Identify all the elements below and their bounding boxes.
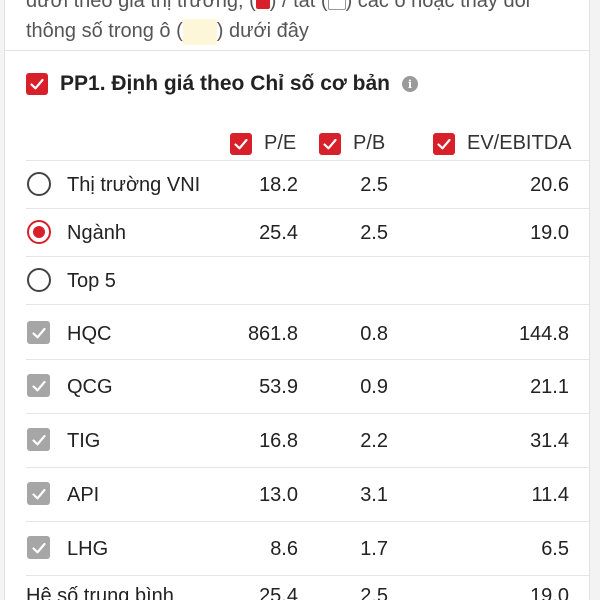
option-row-industry[interactable]: Ngành 25.4 2.5 19.0 bbox=[5, 209, 589, 257]
pe-value: 25.4 bbox=[259, 585, 298, 600]
ev-value: 19.0 bbox=[530, 222, 569, 244]
stock-ticker: LHG bbox=[67, 538, 109, 560]
market-radio[interactable] bbox=[27, 172, 51, 196]
stock-ticker: TIG bbox=[67, 430, 101, 452]
check-icon bbox=[30, 78, 44, 90]
stock-row[interactable]: TIG 16.8 2.2 31.4 bbox=[5, 414, 589, 468]
instruction-part-5: ) dưới đây bbox=[216, 20, 309, 42]
header-row-separator bbox=[5, 113, 589, 161]
check-icon bbox=[31, 542, 46, 553]
check-icon bbox=[31, 327, 46, 338]
option-row-top5[interactable]: Top 5 bbox=[5, 257, 589, 305]
stock-row[interactable]: LHG 8.6 1.7 6.5 bbox=[5, 522, 589, 576]
instruction-part-3: ) các ô hoặc thay đổi bbox=[345, 0, 531, 12]
ev-value: 21.1 bbox=[530, 376, 569, 398]
editable-cell-hint-icon bbox=[182, 18, 217, 45]
stock-ticker: API bbox=[67, 484, 100, 506]
ev-value: 11.4 bbox=[531, 484, 569, 506]
ev-value: 144.8 bbox=[518, 323, 569, 345]
stock-row[interactable]: QCG 53.9 0.9 21.1 bbox=[5, 360, 589, 414]
pb-value: 2.5 bbox=[360, 222, 388, 244]
section-header: PP1. Định giá theo Chỉ số cơ bản i bbox=[26, 72, 418, 96]
instruction-part-4: thông số trong ô ( bbox=[26, 20, 183, 42]
stock-checkbox[interactable] bbox=[27, 482, 50, 505]
stock-ticker: QCG bbox=[67, 376, 113, 398]
pb-value: 2.2 bbox=[360, 430, 388, 452]
pe-value: 861.8 bbox=[247, 323, 298, 345]
info-icon[interactable]: i bbox=[401, 76, 418, 92]
check-icon bbox=[31, 488, 46, 499]
instruction-part-2: ) / tắt ( bbox=[269, 0, 328, 12]
instruction-text: dưới theo giá thị trường, ( ) / tắt ( ) cá… bbox=[26, 0, 586, 46]
pe-value: 53.9 bbox=[259, 376, 298, 398]
stock-row[interactable]: API 13.0 3.1 11.4 bbox=[5, 468, 589, 522]
divider bbox=[5, 50, 589, 51]
stock-checkbox[interactable] bbox=[27, 428, 50, 451]
ev-value: 6.5 bbox=[541, 538, 569, 560]
stock-ticker: HQC bbox=[67, 323, 112, 345]
ev-value: 19.0 bbox=[530, 585, 569, 600]
option-row-market[interactable]: Thị trường VNI 18.2 2.5 20.6 bbox=[5, 161, 589, 209]
pe-value: 16.8 bbox=[259, 430, 298, 452]
section-checkbox[interactable] bbox=[26, 73, 48, 95]
ev-value: 31.4 bbox=[530, 430, 569, 452]
instruction-part-1: dưới theo giá thị trường, ( bbox=[26, 0, 256, 12]
pb-value: 0.9 bbox=[360, 376, 388, 398]
average-row: Hệ số trung bình 25.4 2.5 19.0 bbox=[5, 576, 589, 600]
pb-value: 2.5 bbox=[360, 585, 388, 600]
average-label: Hệ số trung bình bbox=[26, 585, 174, 600]
top5-radio[interactable] bbox=[27, 268, 51, 292]
stock-checkbox[interactable] bbox=[27, 374, 50, 397]
pb-value: 3.1 bbox=[360, 484, 388, 506]
red-checkbox-hint-icon bbox=[255, 0, 270, 9]
pe-value: 8.6 bbox=[270, 538, 298, 560]
valuation-card: dưới theo giá thị trường, ( ) / tắt ( ) cá… bbox=[4, 0, 590, 600]
section-title: PP1. Định giá theo Chỉ số cơ bản bbox=[60, 72, 390, 95]
empty-checkbox-hint-icon bbox=[327, 0, 346, 10]
check-icon bbox=[31, 380, 46, 391]
pb-value: 1.7 bbox=[360, 538, 388, 560]
stock-checkbox[interactable] bbox=[27, 536, 50, 559]
industry-radio[interactable] bbox=[27, 220, 51, 244]
pb-value: 2.5 bbox=[360, 174, 388, 196]
option-label: Ngành bbox=[67, 222, 126, 244]
pe-value: 13.0 bbox=[259, 484, 298, 506]
ev-value: 20.6 bbox=[530, 174, 569, 196]
pe-value: 18.2 bbox=[259, 174, 298, 196]
check-icon bbox=[31, 434, 46, 445]
option-label: Thị trường VNI bbox=[67, 174, 201, 196]
option-label: Top 5 bbox=[67, 270, 116, 292]
stock-checkbox[interactable] bbox=[27, 321, 50, 344]
pb-value: 0.8 bbox=[360, 323, 388, 345]
stock-row[interactable]: HQC 861.8 0.8 144.8 bbox=[5, 308, 589, 360]
pe-value: 25.4 bbox=[259, 222, 298, 244]
